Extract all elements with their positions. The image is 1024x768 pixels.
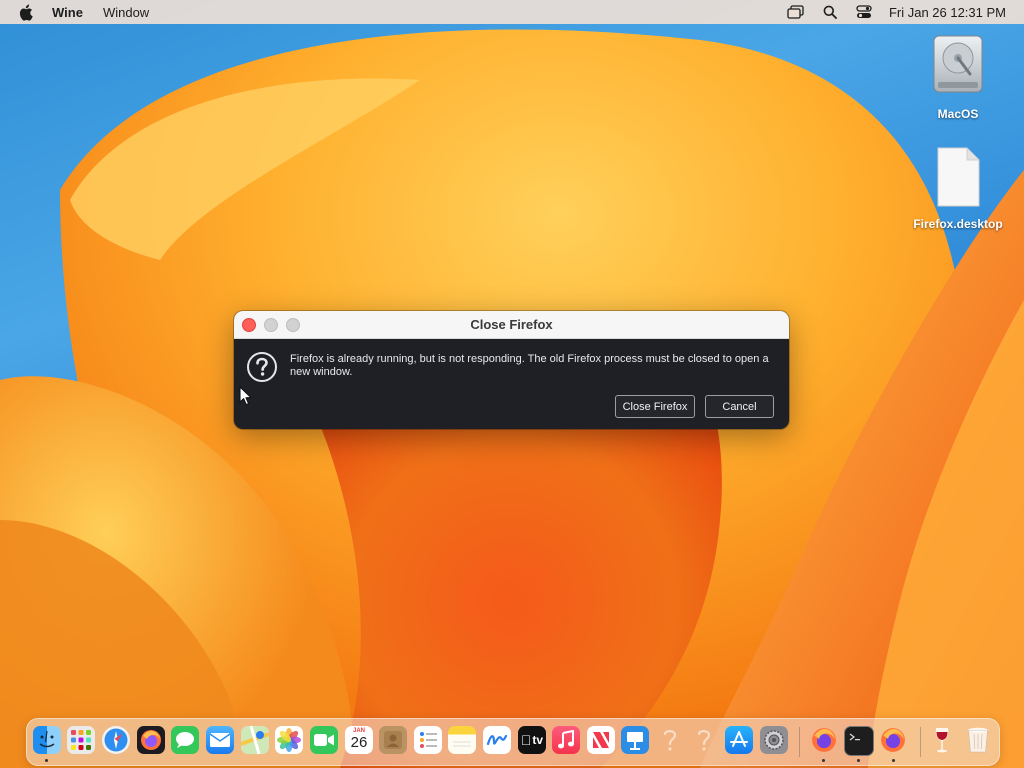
facetime-icon[interactable] (310, 726, 338, 754)
menubar-status-area: Fri Jan 26 12:31 PM (771, 4, 1006, 20)
desktop-icon-label: Firefox.desktop (913, 217, 1003, 231)
running-indicator (822, 759, 825, 762)
dock-separator (920, 727, 921, 757)
dock-separator (799, 727, 800, 757)
dialog-titlebar[interactable]: Close Firefox (234, 311, 789, 339)
cancel-button[interactable]: Cancel (705, 395, 774, 418)
launchpad-icon[interactable] (67, 726, 95, 754)
freeform-icon[interactable] (483, 726, 511, 754)
running-indicator (857, 759, 860, 762)
running-indicator (892, 759, 895, 762)
wine-icon[interactable] (928, 726, 956, 754)
messages-icon[interactable] (171, 726, 199, 754)
firefox-icon[interactable] (810, 726, 838, 754)
menubar-clock[interactable]: Fri Jan 26 12:31 PM (889, 5, 1006, 20)
desktop-icon-macos[interactable]: MacOS (903, 34, 1013, 121)
music-icon[interactable] (552, 726, 580, 754)
hard-drive-icon (933, 35, 983, 93)
menu-app-name[interactable]: Wine (52, 5, 83, 20)
mail-icon[interactable] (206, 726, 234, 754)
help-icon[interactable] (690, 726, 718, 754)
control-center-icon[interactable] (855, 4, 873, 20)
tv-icon[interactable]: tv (518, 726, 546, 754)
finder-icon[interactable] (33, 726, 61, 754)
maps-icon[interactable] (241, 726, 269, 754)
firefox-icon[interactable] (879, 726, 907, 754)
dialog-title: Close Firefox (470, 317, 553, 332)
dialog-body: Firefox is already running, but is not r… (234, 339, 789, 429)
contacts-icon[interactable] (379, 726, 407, 754)
reminders-icon[interactable] (414, 726, 442, 754)
calendar-icon[interactable]: JAN 26 (345, 726, 373, 754)
trash-icon[interactable] (964, 726, 992, 754)
terminal-icon[interactable] (844, 726, 874, 756)
close-firefox-button[interactable]: Close Firefox (615, 395, 695, 418)
firefox-icon[interactable] (137, 726, 165, 754)
news-icon[interactable] (587, 726, 615, 754)
help-icon[interactable] (656, 726, 684, 754)
safari-icon[interactable] (102, 726, 130, 754)
desktop-icon-firefox-desktop[interactable]: Firefox.desktop (903, 146, 1013, 231)
apple-menu-icon[interactable] (18, 2, 38, 22)
desktop-icon-label: MacOS (937, 107, 979, 121)
notes-icon[interactable] (448, 726, 476, 754)
system-settings-icon[interactable] (760, 726, 788, 754)
question-icon (247, 352, 277, 382)
window-switcher-icon[interactable] (787, 4, 805, 20)
app-store-icon[interactable] (725, 726, 753, 754)
tv-label: tv (527, 733, 543, 747)
menu-window[interactable]: Window (103, 5, 149, 20)
document-icon (937, 147, 980, 207)
calendar-day: 26 (350, 734, 368, 751)
dialog-message: Firefox is already running, but is not r… (290, 353, 769, 378)
mouse-cursor-icon (239, 386, 252, 406)
close-firefox-dialog: Close Firefox Firefox is already running… (234, 311, 789, 429)
running-indicator (45, 759, 48, 762)
spotlight-search-icon[interactable] (821, 4, 839, 20)
menu-bar: Wine Window Fri Jan 26 12:31 PM (0, 0, 1024, 24)
keynote-icon[interactable] (621, 726, 649, 754)
photos-icon[interactable] (275, 726, 303, 754)
dock: JAN 26 tv (26, 718, 1000, 766)
